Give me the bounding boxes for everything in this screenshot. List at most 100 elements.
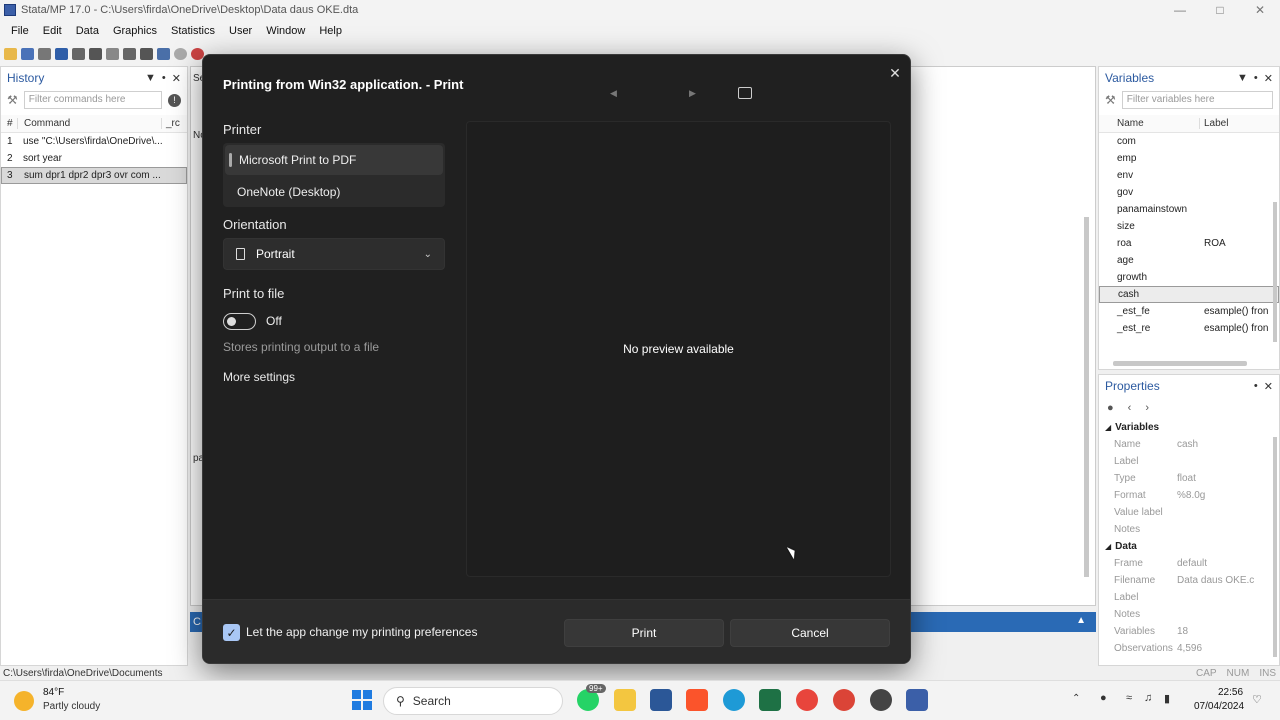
excel-icon[interactable] bbox=[759, 689, 781, 711]
property-row[interactable]: Type float bbox=[1099, 470, 1279, 487]
variable-row[interactable]: growth bbox=[1099, 269, 1279, 286]
chrome-profile-icon[interactable] bbox=[833, 689, 855, 711]
graph-icon[interactable] bbox=[89, 48, 102, 60]
start-icon[interactable] bbox=[352, 690, 372, 710]
property-row[interactable]: Variables 18 bbox=[1099, 623, 1279, 640]
dofile-icon[interactable] bbox=[106, 48, 119, 60]
menu-help[interactable]: Help bbox=[312, 25, 349, 37]
wifi-icon[interactable]: ≈ bbox=[1126, 692, 1132, 704]
data-browser-icon[interactable] bbox=[140, 48, 153, 60]
property-row[interactable]: Value label bbox=[1099, 504, 1279, 521]
prev-page-icon[interactable]: ◀ bbox=[610, 88, 617, 99]
close-window-button[interactable]: ✕ bbox=[1240, 0, 1280, 20]
property-row[interactable]: Observations 4,596 bbox=[1099, 640, 1279, 657]
pin-icon[interactable]: • bbox=[1254, 380, 1258, 392]
edge-icon[interactable] bbox=[723, 689, 745, 711]
minimize-button[interactable]: — bbox=[1160, 0, 1200, 20]
property-row[interactable]: Notes bbox=[1099, 606, 1279, 623]
col-name[interactable]: Name bbox=[1099, 118, 1199, 129]
menu-edit[interactable]: Edit bbox=[36, 25, 69, 37]
dialog-close-button[interactable]: ✕ bbox=[883, 61, 907, 85]
variable-row[interactable]: cash bbox=[1099, 286, 1279, 303]
results-scrollbar[interactable] bbox=[1084, 217, 1089, 577]
variable-row[interactable]: size bbox=[1099, 218, 1279, 235]
notifications-icon[interactable]: ♡ bbox=[1252, 693, 1262, 706]
property-row[interactable]: Label bbox=[1099, 453, 1279, 470]
chrome-icon[interactable] bbox=[796, 689, 818, 711]
variable-row[interactable]: _est_re esample() fron bbox=[1099, 320, 1279, 337]
volume-icon[interactable]: ♫ bbox=[1144, 692, 1152, 704]
taskbar-search[interactable]: ⚲ Search bbox=[383, 687, 563, 715]
open-icon[interactable] bbox=[4, 48, 17, 60]
variable-row[interactable]: age bbox=[1099, 252, 1279, 269]
battery-icon[interactable]: ▮ bbox=[1164, 692, 1170, 705]
menu-data[interactable]: Data bbox=[69, 25, 106, 37]
viewer-icon[interactable] bbox=[72, 48, 85, 60]
more-icon[interactable] bbox=[174, 48, 187, 60]
menu-file[interactable]: File bbox=[4, 25, 36, 37]
cancel-button[interactable]: Cancel bbox=[730, 619, 890, 647]
filter-icon[interactable]: ▼ bbox=[145, 72, 156, 84]
variables-hscrollbar[interactable] bbox=[1113, 361, 1247, 366]
close-icon[interactable]: ✕ bbox=[172, 72, 181, 85]
menu-user[interactable]: User bbox=[222, 25, 259, 37]
variable-row[interactable]: roa ROA bbox=[1099, 235, 1279, 252]
property-row[interactable]: Frame default bbox=[1099, 555, 1279, 572]
history-filter-input[interactable]: Filter commands here bbox=[23, 91, 162, 109]
col-label[interactable]: Label bbox=[1199, 118, 1228, 129]
properties-section-variables[interactable]: ◢ Variables bbox=[1099, 419, 1279, 436]
variables-filter-input[interactable]: Filter variables here bbox=[1121, 91, 1273, 109]
microphone-icon[interactable]: ● bbox=[1100, 692, 1107, 704]
save-icon[interactable] bbox=[21, 48, 34, 60]
history-row[interactable]: 1 use "C:\Users\firda\OneDrive\... bbox=[1, 133, 187, 150]
clock-time[interactable]: 22:56 bbox=[1218, 687, 1243, 698]
stata-taskbar-icon[interactable] bbox=[906, 689, 928, 711]
history-row[interactable]: 2 sort year bbox=[1, 150, 187, 167]
variable-row[interactable]: _est_fe esample() fron bbox=[1099, 303, 1279, 320]
pin-icon[interactable]: • bbox=[162, 72, 166, 84]
menu-graphics[interactable]: Graphics bbox=[106, 25, 164, 37]
variable-row[interactable]: com bbox=[1099, 133, 1279, 150]
data-editor-icon[interactable] bbox=[123, 48, 136, 60]
brave-icon[interactable] bbox=[686, 689, 708, 711]
forward-icon[interactable]: › bbox=[1145, 402, 1149, 414]
variable-row[interactable]: emp bbox=[1099, 150, 1279, 167]
maximize-button[interactable]: □ bbox=[1200, 0, 1240, 20]
property-row[interactable]: Label bbox=[1099, 589, 1279, 606]
printer-option-pdf[interactable]: Microsoft Print to PDF bbox=[225, 145, 443, 175]
back-icon[interactable]: ‹ bbox=[1128, 402, 1132, 414]
variable-row[interactable]: panamainstown bbox=[1099, 201, 1279, 218]
variables-manager-icon[interactable] bbox=[157, 48, 170, 60]
filter-icon[interactable]: ▼ bbox=[1237, 72, 1248, 84]
file-explorer-icon[interactable] bbox=[614, 689, 636, 711]
weather-icon[interactable] bbox=[14, 691, 34, 711]
next-page-icon[interactable]: ▶ bbox=[689, 88, 696, 99]
lock-icon[interactable]: ● bbox=[1107, 402, 1114, 414]
word-icon[interactable] bbox=[650, 689, 672, 711]
close-icon[interactable]: ✕ bbox=[1264, 380, 1273, 393]
more-settings-link[interactable]: More settings bbox=[223, 370, 295, 384]
col-rc[interactable]: _rc bbox=[161, 118, 180, 129]
history-row-selected[interactable]: 3 sum dpr1 dpr2 dpr3 ovr com ... bbox=[1, 167, 187, 184]
info-icon[interactable]: ! bbox=[168, 93, 181, 107]
print-button[interactable]: Print bbox=[564, 619, 724, 647]
printer-option-onenote[interactable]: OneNote (Desktop) bbox=[223, 177, 445, 207]
properties-scrollbar[interactable] bbox=[1273, 437, 1277, 657]
menu-window[interactable]: Window bbox=[259, 25, 312, 37]
variable-row[interactable]: env bbox=[1099, 167, 1279, 184]
fit-page-icon[interactable] bbox=[738, 87, 752, 99]
property-row[interactable]: Notes bbox=[1099, 521, 1279, 538]
orientation-select[interactable]: Portrait ⌄ bbox=[223, 238, 445, 270]
preferences-checkbox[interactable]: ✓ bbox=[223, 624, 240, 641]
menu-statistics[interactable]: Statistics bbox=[164, 25, 222, 37]
app-icon[interactable] bbox=[870, 689, 892, 711]
print-icon[interactable] bbox=[38, 48, 51, 60]
pin-icon[interactable]: • bbox=[1254, 72, 1258, 84]
print-to-file-toggle[interactable] bbox=[223, 313, 256, 330]
close-icon[interactable]: ✕ bbox=[1264, 72, 1273, 85]
variable-row[interactable]: gov bbox=[1099, 184, 1279, 201]
log-icon[interactable] bbox=[55, 48, 68, 60]
col-command[interactable]: Command bbox=[17, 118, 161, 129]
property-row[interactable]: Format %8.0g bbox=[1099, 487, 1279, 504]
properties-section-data[interactable]: ◢ Data bbox=[1099, 538, 1279, 555]
